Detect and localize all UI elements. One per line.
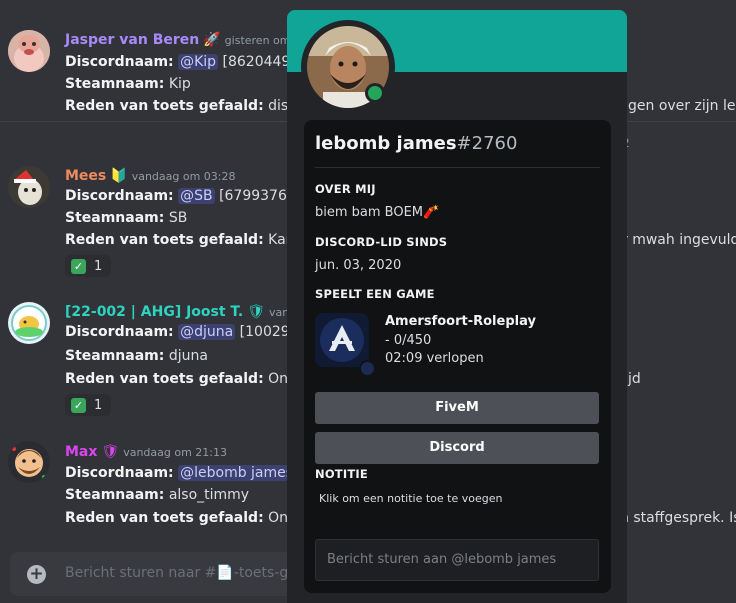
field-label: Steamnaam:: [65, 487, 165, 503]
direct-message-input[interactable]: Bericht sturen aan @lebomb james: [315, 539, 599, 581]
reason-tail: n staffgesprek. Is: [620, 510, 736, 526]
rich-presence-small-icon: [359, 360, 376, 377]
discord-name-line: Discordnaam: @SB [679937660: [65, 186, 305, 206]
field-label: Discordnaam:: [65, 324, 174, 340]
reason-line: Reden van toets gefaald: Onzin i: [65, 508, 316, 528]
field-label: Reden van toets gefaald:: [65, 371, 264, 387]
reaction-checkmark[interactable]: ✓ 1: [65, 394, 111, 416]
reason-tail: jd: [628, 371, 641, 387]
reaction-count: 1: [94, 397, 103, 413]
avatar[interactable]: [8, 166, 50, 208]
game-name: Amersfoort-Roleplay: [385, 314, 536, 329]
game-logo-icon: [315, 313, 369, 367]
divider: [315, 167, 600, 168]
reaction-checkmark[interactable]: ✓ 1: [65, 255, 111, 277]
field-label: Steamnaam:: [65, 210, 165, 226]
field-label: Discordnaam:: [65, 188, 174, 204]
profile-username[interactable]: lebomb james#2760: [315, 133, 517, 154]
field-label: Reden van toets gefaald:: [65, 98, 264, 114]
steam-name-line: Steamnaam: Kip: [65, 74, 191, 94]
add-attachment-icon[interactable]: +: [27, 565, 46, 584]
timestamp: vandaag om 21:13: [123, 446, 228, 459]
fivem-button[interactable]: FiveM: [315, 392, 599, 424]
author-name[interactable]: Max: [65, 444, 97, 460]
steam-name-line: Steamnaam: also_timmy: [65, 485, 249, 505]
rocket-icon: 🚀: [203, 32, 221, 48]
reason-line: Reden van toets gefaald: Onzinn: [65, 369, 317, 389]
shield-check-icon: 🛡: [247, 304, 265, 320]
checkmark-icon: ✓: [71, 397, 86, 413]
user-mention[interactable]: @djuna: [178, 324, 236, 340]
reason-line: Reden van toets gefaald: discord: [65, 96, 319, 116]
game-elapsed: 02:09 verlopen: [385, 351, 484, 366]
user-mention[interactable]: @SB: [178, 188, 215, 204]
field-label: Discordnaam:: [65, 54, 174, 70]
about-me-text: biem bam BOEM🧨: [315, 205, 440, 220]
avatar[interactable]: [8, 30, 50, 72]
member-since-date: jun. 03, 2020: [315, 258, 402, 273]
user-profile-popout: lebomb james#2760 OVER MIJ biem bam BOEM…: [287, 10, 627, 603]
discord-name-line: Discordnaam: @djuna [1002922: [65, 322, 307, 342]
reaction-count: 1: [94, 258, 103, 274]
author-name[interactable]: Jasper van Beren: [65, 32, 199, 48]
online-status-icon: [365, 83, 385, 103]
author-line: Jasper van Beren 🚀 gisteren om 16: [65, 31, 308, 50]
timestamp: vandaag om 03:28: [131, 170, 236, 183]
beginner-icon: 🔰: [110, 168, 128, 184]
field-value: also_timmy: [168, 487, 250, 503]
avatar[interactable]: [8, 302, 50, 344]
field-label: Steamnaam:: [65, 348, 165, 364]
user-mention[interactable]: @Kip: [178, 54, 219, 70]
field-label: Reden van toets gefaald:: [65, 232, 264, 248]
discord-name-line: Discordnaam: @lebomb james: [65, 463, 296, 483]
author-line: Max 🛡 vandaag om 21:13: [65, 443, 227, 462]
profile-body: lebomb james#2760 OVER MIJ biem bam BOEM…: [304, 120, 611, 593]
reason-tail: r mwah ingevuld: [622, 232, 736, 248]
field-value: Kip: [168, 76, 191, 92]
field-value: djuna: [168, 348, 208, 364]
note-input[interactable]: Klik om een notitie toe te voegen: [319, 492, 502, 505]
author-name[interactable]: [22-002 | AHG] Joost T.: [65, 304, 243, 320]
field-value: SB: [168, 210, 188, 226]
game-detail: - 0/450: [385, 333, 432, 348]
field-label: Reden van toets gefaald:: [65, 510, 264, 526]
avatar[interactable]: [8, 441, 50, 483]
user-mention[interactable]: @lebomb james: [178, 465, 296, 481]
playing-game-heading: SPEELT EEN GAME: [315, 287, 435, 301]
composer-placeholder: Bericht sturen naar #📄-toets-ge: [65, 565, 297, 581]
shield-icon: 🛡: [101, 444, 120, 460]
message-composer[interactable]: + Bericht sturen naar #📄-toets-ge: [10, 552, 300, 596]
author-line: Mees 🔰 vandaag om 03:28: [65, 167, 236, 186]
about-me-heading: OVER MIJ: [315, 182, 376, 196]
discord-name-line: Discordnaam: @Kip [862044989: [65, 52, 308, 72]
discord-button[interactable]: Discord: [315, 432, 599, 464]
field-label: Steamnaam:: [65, 76, 165, 92]
reason-line: Reden van toets gefaald: Karakt: [65, 230, 314, 250]
member-since-heading: DISCORD-LID SINDS: [315, 235, 448, 249]
steam-name-line: Steamnaam: djuna: [65, 346, 208, 366]
discriminator: #2760: [456, 133, 518, 154]
author-line: [22-002 | AHG] Joost T. 🛡 vanda: [65, 303, 303, 322]
checkmark-icon: ✓: [71, 258, 86, 274]
field-label: Discordnaam:: [65, 465, 174, 481]
steam-name-line: Steamnaam: SB: [65, 208, 187, 228]
username: lebomb james: [315, 133, 457, 154]
dm-placeholder: Bericht sturen aan @lebomb james: [327, 552, 557, 567]
reason-tail: gen over zijn leeftijd: [628, 98, 736, 114]
note-heading: NOTITIE: [315, 467, 368, 481]
author-name[interactable]: Mees: [65, 168, 106, 184]
